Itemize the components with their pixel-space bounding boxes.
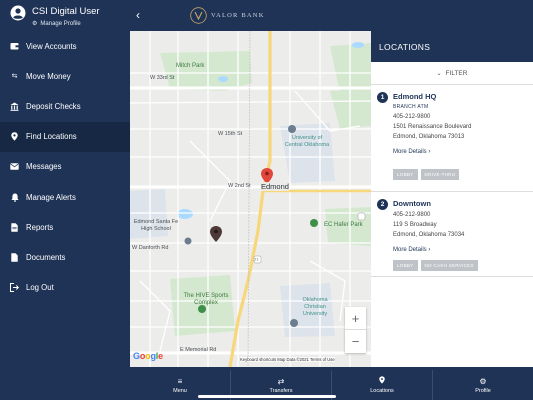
tab-label: Transfers [269,387,293,394]
brand-logo: VALOR BANK [190,7,265,24]
locations-panel: LOCATIONS ⌄ FILTER 1 Edmond HQ BRANCH AT… [371,31,533,367]
tab-locations[interactable]: Locations [332,370,433,400]
chevron-right-icon: › [428,247,431,253]
map-label-edmond: Edmond [261,182,289,191]
sidebar: CSI Digital User ⚙ Manage Profile View A… [0,0,130,400]
tab-profile[interactable]: ⚙ Profile [433,370,533,400]
bell-icon [10,193,19,202]
location-name: Edmond HQ [393,92,437,101]
sidebar-item-deposit-checks[interactable]: Deposit Checks [0,91,130,121]
brand-name: VALOR BANK [211,12,265,19]
document-icon [10,223,19,232]
zoom-in-button[interactable]: + [345,307,366,330]
tab-label: Profile [475,387,491,394]
sidebar-item-label: Messages [26,162,62,172]
map-label-street: E Memorial Rd [180,347,217,353]
sidebar-nav: View Accounts ⇆ Move Money Deposit Check… [0,31,130,303]
location-address-line1: 119 S Broadway [393,222,437,228]
map-label-uco: University of Central Oklahoma [284,135,330,148]
location-number-badge: 2 [377,199,388,210]
location-address-line2: Edmond, Oklahoma 73013 [393,134,465,140]
sidebar-item-log-out[interactable]: Log Out [0,273,130,303]
map-attribution[interactable]: Keyboard shortcuts Map Data ©2021 Terms … [240,357,335,362]
zoom-controls: + − [345,307,366,353]
back-chevron-icon[interactable]: ‹ [136,8,140,22]
envelope-icon [10,162,19,171]
sidebar-item-label: Documents [26,252,66,262]
chevron-down-icon: ⌄ [436,70,442,77]
service-tags: LOBBY DRIVE-THRU [393,169,460,180]
location-address-line1: 1501 Renaissance Boulevard [393,124,472,130]
service-tag: NO CASH SERVICES [420,260,478,271]
filter-toggle[interactable]: ⌄ FILTER [371,62,533,85]
sidebar-item-documents[interactable]: Documents [0,242,130,272]
sidebar-item-reports[interactable]: Reports [0,212,130,242]
file-icon [10,253,19,262]
location-name: Downtown [393,199,431,208]
map-view[interactable]: Mitch Park W 33rd St W 15th St Universit… [130,31,371,367]
location-phone[interactable]: 405-212-9800 [393,114,430,120]
more-details-link[interactable]: More Details › [393,149,430,155]
location-types: BRANCH ATM [393,104,429,110]
filter-label: FILTER [445,69,468,77]
valor-bank-logo-mark [190,7,207,24]
manage-profile-label: Manage Profile [40,20,81,27]
sidebar-item-label: View Accounts [26,41,77,51]
map-label-hwy-77: 77 [254,257,259,262]
more-details-label: More Details [393,149,427,155]
top-bar: ‹ VALOR BANK [130,0,533,31]
logout-icon [10,283,19,293]
service-tags: LOBBY NO CASH SERVICES [393,260,478,271]
panel-title: LOCATIONS [371,31,533,62]
manage-profile-link[interactable]: ⚙ Manage Profile [32,20,81,28]
location-address-line2: Edmond, Oklahoma 73034 [393,232,465,238]
map-label-oklahoma-christian: Oklahoma Christian University [302,297,328,317]
sidebar-item-messages[interactable]: Messages [0,152,130,182]
wallet-icon [10,42,19,51]
map-label-santa-fe: Edmond Santa Fe High School [133,219,179,232]
home-indicator [198,395,336,398]
more-details-link[interactable]: More Details › [393,247,430,253]
location-pin-icon [10,132,19,141]
bank-icon [10,102,19,111]
chevron-right-icon: › [428,149,431,155]
sidebar-item-move-money[interactable]: ⇆ Move Money [0,61,130,91]
map-label-hafer-park: EC Hafer Park [324,222,363,228]
map-label-hive: The HIVE Sports Complex [183,293,229,306]
more-details-label: More Details [393,247,427,253]
sidebar-item-manage-alerts[interactable]: Manage Alerts [0,182,130,212]
map-label-street: W 15th St [218,131,243,137]
sidebar-item-find-locations[interactable]: Find Locations [0,121,130,152]
sidebar-item-label: Manage Alerts [26,192,76,202]
menu-icon: ≡ [177,376,183,386]
zoom-out-button[interactable]: − [345,330,366,353]
sidebar-item-label: Deposit Checks [26,101,81,111]
sidebar-item-view-accounts[interactable]: View Accounts [0,31,130,61]
map-label-street: W Danforth Rd [132,245,169,251]
location-phone[interactable]: 405-212-9800 [393,212,430,218]
tab-label: Locations [370,388,394,394]
sidebar-item-label: Reports [26,222,54,232]
user-name: CSI Digital User [32,6,100,17]
map-label-street: W 2nd St [228,183,251,189]
tab-label: Menu [173,387,187,394]
location-pin-icon [379,376,385,386]
sidebar-item-label: Move Money [26,71,71,81]
google-logo: Google [133,351,163,361]
sidebar-item-label: Log Out [26,283,54,293]
map-label-mitch-park: Mitch Park [176,63,205,69]
transfer-icon: ⇄ [277,376,285,386]
service-tag: LOBBY [393,169,418,180]
avatar-icon [10,5,26,21]
gear-icon: ⚙ [32,21,38,27]
sidebar-item-label: Find Locations [26,132,77,142]
service-tag: LOBBY [393,260,418,271]
transfer-icon: ⇆ [11,73,18,81]
gear-icon: ⚙ [479,376,487,386]
service-tag: DRIVE-THRU [420,169,460,180]
location-card[interactable]: 2 Downtown 405-212-9800 119 S Broadway E… [371,192,533,277]
location-card[interactable]: 1 Edmond HQ BRANCH ATM 405-212-9800 1501… [371,85,533,192]
location-number-badge: 1 [377,92,388,103]
map-label-street: W 33rd St [150,75,175,81]
